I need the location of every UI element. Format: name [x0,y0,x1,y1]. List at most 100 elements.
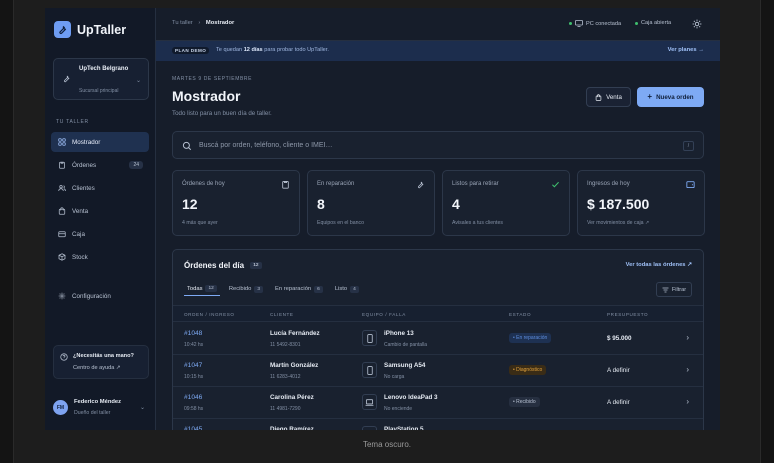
pc-status: PC conectada [569,20,621,27]
tab-label: En reparación [275,286,312,292]
stat-card-ready[interactable]: Listos para retirar 4 Avisales a tus cli… [442,170,570,236]
sidebar-item-mostrador[interactable]: Mostrador [51,132,149,152]
laptop-icon [362,394,377,410]
client-name: Carolina Pérez [270,394,314,401]
order-id[interactable]: #1048 [184,330,202,337]
stat-card-in-repair[interactable]: En reparación 8 Equipos en el banco [307,170,435,236]
monitor-icon [575,20,583,27]
sidebar-item-stock[interactable]: Stock [51,247,149,267]
table-row[interactable]: #1048 10:42 hs Lucía Fernández 11 5492-8301… [173,323,703,355]
shop-selector[interactable]: UpTech Belgrano Sucursal principal ⌄ [53,58,149,100]
table-row[interactable]: #1046 09:58 hs Carolina Pérez 11 4981-7290 L… [173,387,703,419]
stat-value: 12 [182,196,198,212]
orders-tabs: Todas 12 Recibido 3 En reparación 6 Listo 4 [184,282,362,296]
online-dot-icon [569,22,572,25]
column-header: ESTADO [509,312,532,317]
trial-message-pre: Te quedan [216,47,244,53]
wrench-logo-icon [54,21,71,38]
stat-value: $ 187.500 [587,196,650,212]
chevron-right-icon[interactable]: › [686,429,689,430]
stat-detail: 4 más que ayer [182,220,218,226]
order-id[interactable]: #1046 [184,394,202,401]
chevron-right-icon[interactable]: › [686,365,689,374]
venta-button[interactable]: Venta [586,87,631,107]
new-order-button[interactable]: + Nueva orden [637,87,704,107]
venta-button-label: Venta [606,93,622,101]
trial-banner: PLAN DEMO Te quedan 12 días para probar … [156,41,720,61]
tab-todas[interactable]: Todas 12 [184,282,220,296]
shop-branch: Sucursal principal [79,88,119,94]
table-header: ORDEN / INGRESO CLIENTE EQUIPO / FALLA E… [173,305,703,322]
console-icon [362,426,377,430]
filter-label: Filtrar [671,286,687,293]
filter-icon [662,287,669,292]
user-name: Federico Méndez [74,399,122,405]
column-header: CLIENTE [270,312,294,317]
sidebar-item-venta[interactable]: Venta [51,201,149,221]
tab-label: Recibido [228,286,252,292]
topbar: Tu taller › Mostrador PC conectada Caja … [156,8,720,41]
device-name: iPhone 13 [384,330,414,337]
gear-icon [58,292,66,300]
stat-value: 8 [317,196,325,212]
order-id[interactable]: #1047 [184,362,202,369]
stat-card-orders-today[interactable]: Órdenes de hoy 12 4 más que ayer [172,170,300,236]
online-dot-icon [635,21,638,25]
client-name: Martín González [270,362,319,369]
brand-logo[interactable]: UpTaller [54,21,126,38]
stat-label: Listos para retirar [452,181,499,187]
tab-en-reparacion[interactable]: En reparación 6 [272,282,326,296]
search-icon [182,141,192,151]
chevron-right-icon[interactable]: › [686,333,689,342]
tab-count: 4 [350,285,359,293]
device-issue: No enciende [384,406,413,412]
sidebar-item-configuracion[interactable]: Configuración [51,286,149,306]
sidebar-item-label: Stock [72,253,88,261]
help-card[interactable]: ¿Necesitás una mano? Centro de ayuda ↗ [53,345,149,379]
tab-recibido[interactable]: Recibido 3 [226,282,266,296]
view-all-orders-link[interactable]: Ver todas las órdenes ↗ [626,262,692,268]
sidebar-item-label: Venta [72,207,89,215]
help-center-link[interactable]: Centro de ayuda ↗ [73,365,121,371]
device-name: Samsung A54 [384,362,426,369]
app-window: UpTaller UpTech Belgrano Sucursal princi… [45,8,720,430]
plan-pill: PLAN DEMO [172,47,210,54]
wrench-icon [63,75,70,83]
stat-detail[interactable]: Ver movimientos de caja ↗ [587,220,649,226]
column-header: ORDEN / INGRESO [184,312,235,317]
status-badge: • Diagnóstico [509,365,547,375]
table-row[interactable]: #1045 Diego Ramírez PlayStation 5 › [173,419,703,430]
question-icon [60,353,68,361]
page-subtitle: Todo listo para un buen día de taller. [172,110,272,117]
order-id[interactable]: #1045 [184,426,202,430]
breadcrumb-root[interactable]: Tu taller [172,20,193,26]
pc-status-label: PC conectada [586,20,622,27]
search-input[interactable]: Buscá por orden, teléfono, cliente o IME… [172,131,704,159]
client-name: Lucía Fernández [270,330,320,337]
table-row[interactable]: #1047 10:15 hs Martín González 11 6283-4012… [173,355,703,387]
sidebar-item-clientes[interactable]: Clientes [51,178,149,198]
order-time: 10:15 hs [184,374,204,380]
orders-title: Órdenes del día 12 [184,261,262,270]
sidebar: UpTaller UpTech Belgrano Sucursal princi… [45,8,156,430]
tab-count: 3 [254,285,264,293]
user-role: Dueño del taller [74,410,111,416]
sidebar-item-label: Mostrador [72,138,101,146]
user-menu[interactable]: FM Federico Méndez Dueño del taller ⌄ [53,397,149,421]
date-label: MARTES 9 DE SEPTIEMBRE [172,76,253,82]
tab-listo[interactable]: Listo 4 [332,282,362,296]
caption: Tema oscuro. [362,440,412,449]
theme-toggle-sun-icon[interactable] [692,19,702,29]
stat-card-income[interactable]: Ingresos de hoy $ 187.500 Ver movimiento… [577,170,705,236]
chevron-right-icon[interactable]: › [686,397,689,406]
check-icon [552,181,559,188]
phone-icon [362,362,377,378]
wrench-icon [417,181,424,189]
view-plans-link[interactable]: Ver planes → [668,47,704,53]
chevron-down-icon: ⌄ [135,78,141,84]
sidebar-item-ordenes[interactable]: Órdenes 24 [51,155,149,175]
order-time: 09:58 hs [184,406,204,412]
sidebar-item-caja[interactable]: Caja [51,224,149,244]
clipboard-icon [282,180,289,189]
filter-button[interactable]: Filtrar [656,282,692,297]
